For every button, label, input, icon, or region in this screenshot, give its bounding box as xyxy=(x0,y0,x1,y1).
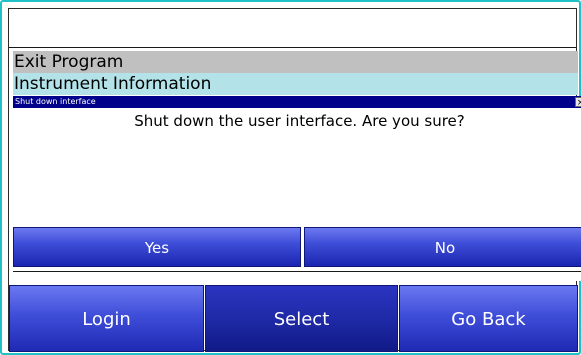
login-button[interactable]: Login xyxy=(9,285,204,352)
shutdown-dialog: Shut down interface × Shut down the user… xyxy=(13,96,581,281)
dialog-message: Shut down the user interface. Are you su… xyxy=(134,112,465,130)
dialog-title-bar: Shut down interface × xyxy=(13,96,581,108)
menu-item-exit-program[interactable]: Exit Program xyxy=(13,51,578,73)
go-back-button[interactable]: Go Back xyxy=(399,285,578,352)
yes-button[interactable]: Yes xyxy=(13,227,301,267)
header-divider xyxy=(9,47,576,48)
app-content: Exit Program Instrument Information Shut… xyxy=(8,8,581,352)
menu-item-label: Exit Program xyxy=(14,52,124,72)
no-button[interactable]: No xyxy=(304,227,581,267)
app-window: Exit Program Instrument Information Shut… xyxy=(0,0,581,355)
dialog-title: Shut down interface xyxy=(15,97,96,106)
dialog-divider xyxy=(13,271,581,272)
header-area xyxy=(9,9,576,47)
select-button[interactable]: Select xyxy=(205,285,398,352)
menu-item-label: Instrument Information xyxy=(14,74,212,94)
close-icon[interactable]: × xyxy=(575,97,581,108)
menu-item-instrument-information[interactable]: Instrument Information xyxy=(13,73,578,95)
bottom-nav-bar: Login Select Go Back xyxy=(9,285,578,352)
